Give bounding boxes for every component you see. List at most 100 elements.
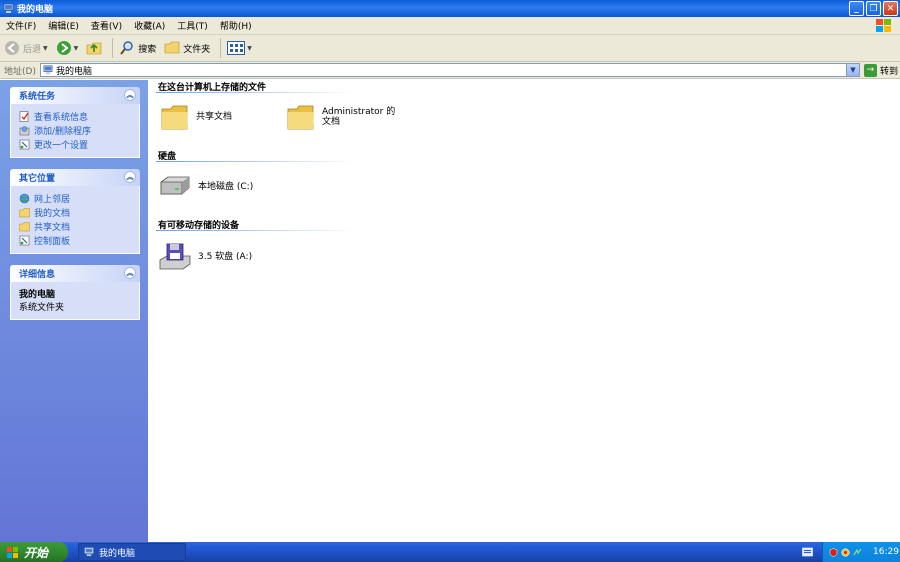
go-label: 转到: [879, 66, 898, 77]
windows-flag-icon: [7, 546, 18, 558]
item-label: 本地磁盘 (C:): [198, 182, 254, 192]
task-pane: 系统任务 ︽ 查看系统信息 添加/删除程序 更改一个设置 其它位置 ︽ 网上邻居…: [0, 80, 148, 542]
floppy-drive-a[interactable]: 3.5 软盘 (A:): [158, 242, 252, 272]
address-input[interactable]: 我的电脑 ▼: [39, 63, 860, 77]
collapse-icon[interactable]: ︽: [124, 267, 136, 279]
folder-icon: [19, 221, 30, 231]
address-value: 我的电脑: [55, 66, 92, 77]
change-setting-link[interactable]: 更改一个设置: [19, 137, 131, 151]
file-view: 在这台计算机上存储的文件 共享文档 Administrator 的文档 硬盘 本…: [148, 80, 900, 542]
folder-icon: [164, 41, 180, 54]
toolbar: 后退 ▼ ▼ 搜索 文件夹 ▼: [0, 35, 900, 62]
my-computer-icon: [84, 547, 94, 557]
add-remove-programs-link[interactable]: 添加/删除程序: [19, 123, 131, 137]
view-system-info-link[interactable]: 查看系统信息: [19, 109, 131, 123]
security-shield-icon[interactable]: [829, 547, 838, 557]
back-label: 后退: [23, 44, 42, 55]
menu-favorites[interactable]: 收藏(A): [134, 19, 165, 32]
other-places-title: 其它位置: [19, 174, 56, 184]
details-item-name: 我的电脑: [19, 290, 56, 300]
chevron-down-icon[interactable]: ▼: [74, 45, 79, 52]
details-item-type: 系统文件夹: [19, 303, 65, 313]
item-label: 共享文档: [196, 112, 233, 122]
taskbar-item-my-computer[interactable]: 我的电脑: [78, 543, 186, 561]
network-globe-icon: [19, 193, 30, 203]
antivirus-icon[interactable]: [841, 547, 850, 557]
address-dropdown-button[interactable]: ▼: [845, 64, 859, 76]
system-tasks-title: 系统任务: [19, 92, 56, 102]
system-tray: 16:29: [822, 542, 900, 562]
menu-file[interactable]: 文件(F): [6, 19, 36, 32]
back-arrow-icon: [5, 41, 19, 55]
folder-icon: [161, 105, 188, 130]
item-label: 3.5 软盘 (A:): [198, 252, 253, 262]
folder-icon: [19, 207, 30, 217]
window-title: 我的电脑: [17, 5, 54, 15]
taskbar: 开始 我的电脑 16:29: [0, 542, 900, 562]
go-arrow-icon: →: [863, 63, 877, 77]
address-bar: 地址(D) 我的电脑 ▼ → 转到: [0, 62, 900, 79]
views-grid-icon: [227, 41, 246, 55]
control-panel-link[interactable]: 控制面板: [19, 233, 131, 247]
administrator-documents-folder[interactable]: Administrator 的文档: [286, 102, 404, 132]
control-panel-icon: [19, 235, 30, 245]
search-button[interactable]: 搜索: [119, 40, 156, 56]
item-label: Administrator 的文档: [322, 107, 396, 127]
up-folder-button[interactable]: [86, 40, 102, 56]
menu-view[interactable]: 查看(V): [91, 19, 122, 32]
shared-documents-folder[interactable]: 共享文档: [160, 102, 232, 132]
chevron-down-icon[interactable]: ▼: [43, 45, 48, 52]
my-documents-link[interactable]: 我的文档: [19, 205, 131, 219]
system-tasks-panel: 系统任务 ︽ 查看系统信息 添加/删除程序 更改一个设置: [10, 87, 140, 158]
details-panel: 详细信息 ︽ 我的电脑 系统文件夹: [10, 265, 140, 320]
group-divider: [156, 230, 356, 231]
local-disk-c[interactable]: 本地磁盘 (C:): [158, 174, 253, 200]
menu-tools[interactable]: 工具(T): [177, 19, 208, 32]
details-header[interactable]: 详细信息 ︽: [10, 265, 140, 282]
show-desktop-icon[interactable]: [802, 547, 813, 557]
restore-button[interactable]: ❐: [866, 1, 881, 16]
address-label: 地址(D): [4, 66, 36, 77]
chevron-down-icon[interactable]: ▼: [247, 45, 252, 52]
other-places-header[interactable]: 其它位置 ︽: [10, 169, 140, 186]
floppy-drive-icon: [159, 243, 191, 270]
network-status-icon[interactable]: [853, 547, 862, 557]
group-divider: [156, 92, 356, 93]
folders-label: 文件夹: [183, 44, 211, 55]
forward-arrow-icon: [56, 41, 71, 55]
back-button[interactable]: 后退 ▼: [4, 40, 48, 56]
collapse-icon[interactable]: ︽: [124, 171, 136, 183]
folder-icon: [287, 105, 314, 130]
menu-edit[interactable]: 编辑(E): [48, 19, 79, 32]
network-places-link[interactable]: 网上邻居: [19, 191, 131, 205]
toolbar-separator: [220, 38, 222, 58]
forward-button[interactable]: ▼: [56, 40, 79, 56]
go-button[interactable]: → 转到: [863, 63, 898, 77]
toolbar-separator: [112, 38, 114, 58]
system-tasks-header[interactable]: 系统任务 ︽: [10, 87, 140, 104]
views-button[interactable]: ▼: [227, 41, 252, 55]
up-folder-icon: [86, 42, 102, 55]
collapse-icon[interactable]: ︽: [124, 89, 136, 101]
start-label: 开始: [24, 545, 49, 560]
group-divider: [156, 161, 356, 162]
search-icon: [120, 41, 133, 55]
menu-help[interactable]: 帮助(H): [220, 19, 252, 32]
search-label: 搜索: [138, 44, 157, 55]
start-button[interactable]: 开始: [0, 542, 68, 562]
minimize-button[interactable]: _: [849, 1, 864, 16]
folders-button[interactable]: 文件夹: [164, 40, 210, 56]
hard-disk-icon: [160, 176, 190, 195]
system-info-icon: [19, 110, 29, 122]
shared-documents-link[interactable]: 共享文档: [19, 219, 131, 233]
system-clock[interactable]: 16:29: [873, 547, 899, 557]
other-places-panel: 其它位置 ︽ 网上邻居 我的文档 共享文档 控制面板: [10, 169, 140, 254]
title-bar[interactable]: 我的电脑 _ ❐ ✕: [0, 0, 900, 17]
my-computer-icon: [3, 3, 14, 13]
close-button[interactable]: ✕: [883, 1, 898, 16]
control-panel-icon: [19, 139, 30, 149]
details-title: 详细信息: [19, 270, 56, 280]
add-remove-programs-icon: [19, 125, 30, 135]
menu-bar: 文件(F) 编辑(E) 查看(V) 收藏(A) 工具(T) 帮助(H): [0, 17, 900, 35]
my-computer-icon: [43, 65, 53, 75]
